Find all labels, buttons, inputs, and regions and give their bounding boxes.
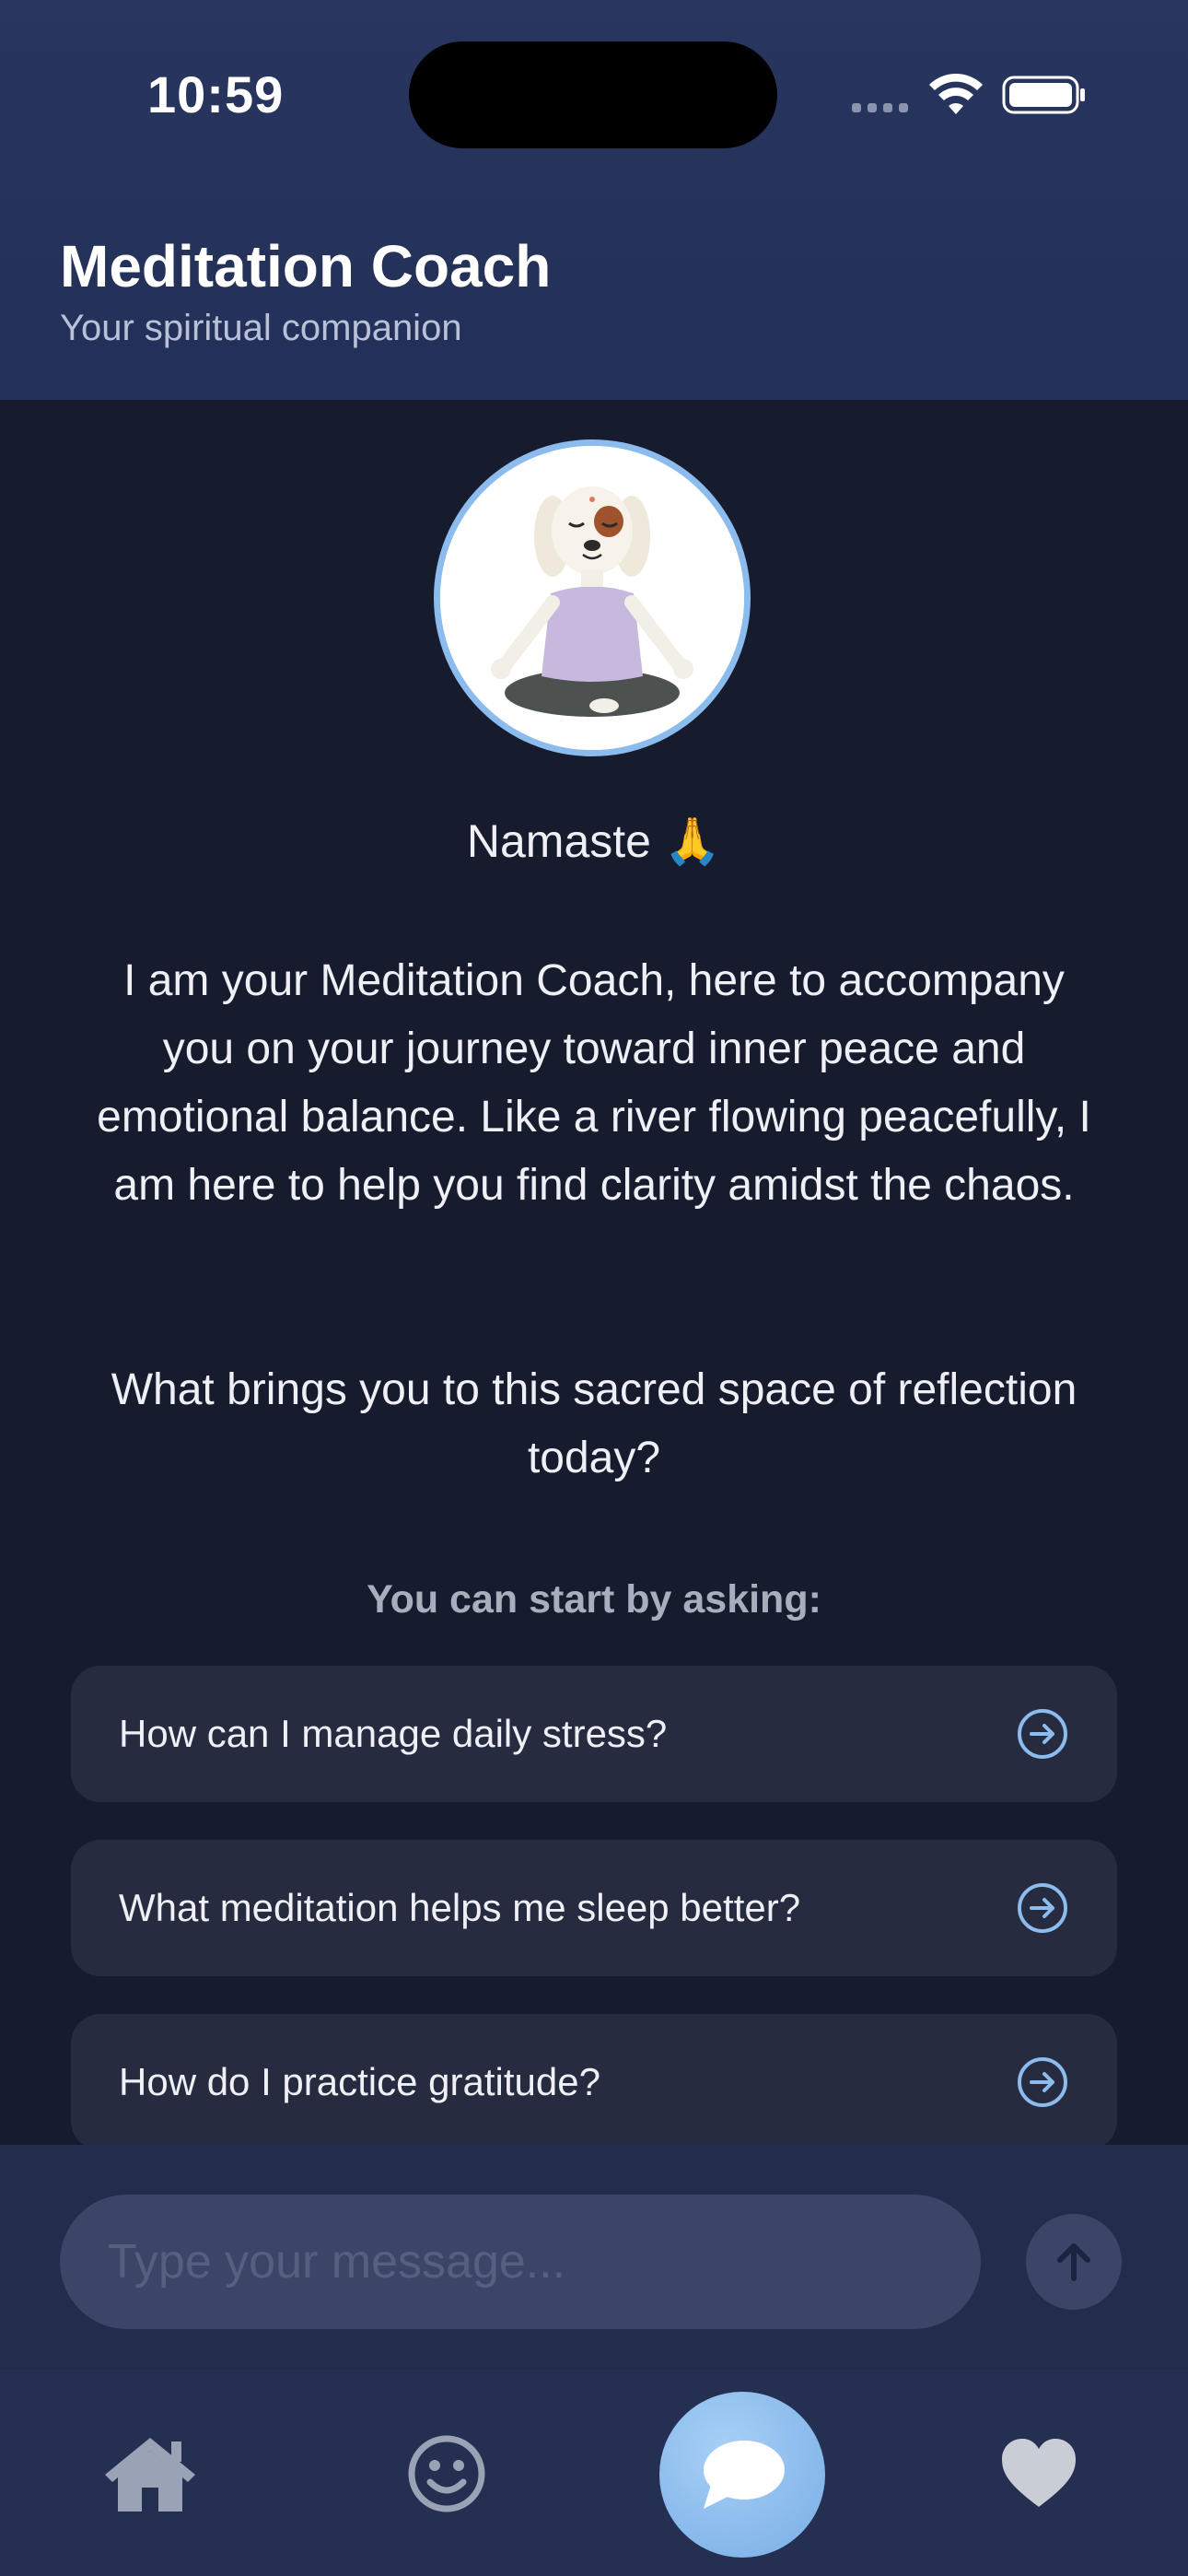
arrow-up-icon (1057, 2243, 1090, 2281)
suggestion-text: What meditation helps me sleep better? (119, 1886, 801, 1929)
smiley-icon (408, 2435, 485, 2512)
meditating-dog-illustration (440, 446, 744, 750)
message-input[interactable] (60, 2195, 981, 2329)
app-header: 10:59 Meditation Coach Your spiritual co… (0, 0, 1188, 400)
send-button[interactable] (1026, 2214, 1122, 2310)
suggestion-text: How can I manage daily stress? (119, 1712, 668, 1755)
intro-paragraph: I am your Meditation Coach, here to acco… (97, 956, 1091, 1210)
greeting-text: Namaste 🙏 (466, 815, 722, 867)
suggestions-label: You can start by asking: (367, 1577, 821, 1622)
coach-avatar (440, 446, 744, 750)
suggestion-button-stress[interactable]: How can I manage daily stress? (71, 1666, 1117, 1802)
arrow-circle-right-icon (1018, 1883, 1067, 1933)
tab-home[interactable] (99, 2432, 201, 2515)
dynamic-island (409, 41, 777, 148)
suggestion-button-sleep[interactable]: What meditation helps me sleep better? (71, 1840, 1117, 1976)
page-title: Meditation Coach (60, 233, 552, 299)
page-subtitle: Your spiritual companion (60, 308, 462, 348)
tab-chat[interactable] (659, 2392, 825, 2558)
heart-icon (1002, 2439, 1076, 2507)
status-time: 10:59 (147, 65, 285, 123)
house-icon (105, 2438, 195, 2512)
prompt-question: What brings you to this sacred space of … (111, 1365, 1077, 1482)
wifi-icon (929, 74, 983, 114)
suggestion-text: How do I practice gratitude? (119, 2060, 600, 2103)
battery-icon (1002, 76, 1085, 114)
cellular-signal-icon (852, 103, 908, 112)
arrow-circle-right-icon (1018, 2057, 1067, 2107)
suggestion-button-gratitude[interactable]: How do I practice gratitude? (71, 2014, 1117, 2150)
tab-favorites[interactable] (1000, 2434, 1077, 2512)
arrow-circle-right-icon (1018, 1709, 1067, 1759)
chat-bubble-icon (704, 2441, 785, 2509)
tab-mood[interactable] (405, 2432, 488, 2515)
